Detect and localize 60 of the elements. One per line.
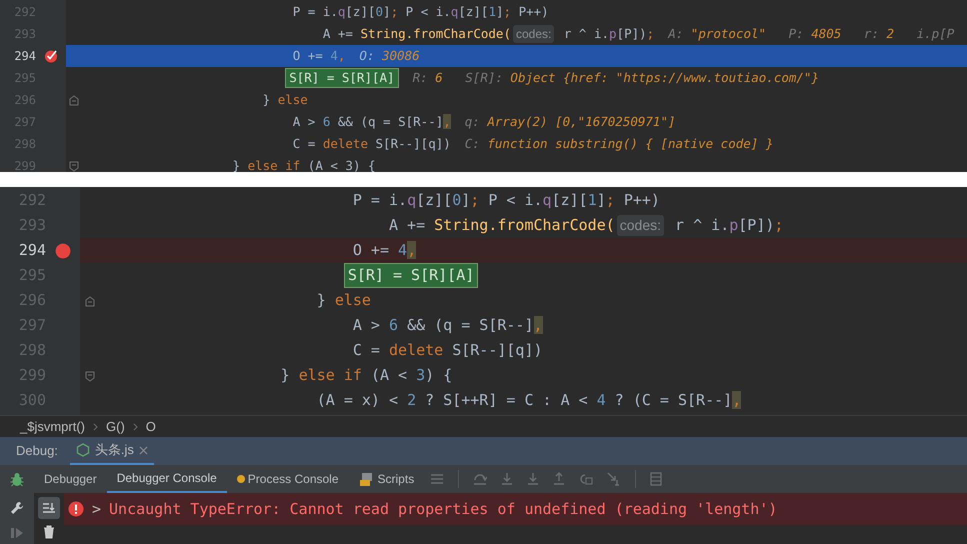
code-line: A += String.fromCharCode( codes: r ^ i.p[P]); — [388, 214, 784, 237]
fold-start-icon[interactable] — [85, 370, 95, 382]
toolbar-tab[interactable]: Scripts — [348, 465, 424, 493]
code-line: C = delete S[R--][q]) — [352, 340, 543, 362]
breadcrumb[interactable]: _$jsvmprt() — [20, 416, 86, 436]
inline-debug-values: C: function substring() { [native code] } — [464, 134, 774, 153]
scroll-to-end-button[interactable] — [38, 497, 60, 519]
bug-icon[interactable] — [10, 472, 24, 486]
hexagon-icon — [76, 443, 90, 457]
breakpoint-check-icon[interactable] — [44, 49, 58, 63]
breadcrumb[interactable]: O — [146, 416, 156, 436]
code-line: A > 6 && (q = S[R--], — [352, 315, 543, 336]
code-line: P = i.q[z][0]; P < i.q[z][1]; P++) — [352, 190, 660, 212]
scroll-to-end-icon — [42, 501, 56, 515]
breadcrumb[interactable]: G() — [106, 416, 125, 436]
code-line: (A = x) < 2 ? S[++R] = C : A < 4 ? (C = S[R--], — [316, 390, 742, 412]
resume-icon[interactable] — [10, 527, 24, 539]
step-over-icon[interactable] — [473, 472, 488, 486]
line-number: 294 — [14, 48, 36, 65]
code-line: O += 4, — [352, 240, 416, 262]
table-icon[interactable] — [650, 472, 662, 486]
inline-debug-values: R: 6 S[R]: Object {href: "https://www.toutiao.com/"} — [412, 68, 819, 87]
toolbar-tab[interactable]: Process Console — [226, 465, 349, 493]
wrench-icon[interactable] — [10, 501, 24, 515]
code-line: } else if (A < 3) { — [80, 364, 452, 387]
debug-label: Debug: — [16, 442, 58, 460]
code-line: A > 6 && (q = S[R--], — [292, 112, 451, 131]
error-icon — [68, 501, 84, 517]
code-line: S[R] = S[R][A] — [66, 68, 399, 88]
code-line: A += String.fromCharCode( codes: r ^ i.p[P]); — [322, 24, 654, 44]
code-line: C = delete S[R--][q]) — [292, 134, 451, 153]
code-line: P = i.q[z][0]; P < i.q[z][1]; P++) — [292, 2, 549, 21]
fold-end-icon[interactable] — [69, 94, 79, 106]
script-file-icon — [358, 472, 375, 486]
code-line: O += 4, — [292, 46, 346, 65]
expand-chevron[interactable]: > — [90, 498, 104, 520]
code-line: } else — [66, 90, 308, 110]
chevron-icon — [93, 422, 98, 430]
force-step-into-icon[interactable] — [527, 472, 540, 486]
line-number: 294 — [18, 240, 46, 262]
chevron-icon — [132, 422, 138, 430]
run-to-cursor-icon[interactable] — [607, 472, 622, 486]
error-message: Uncaught TypeError: Cannot read properties of undefined (reading 'length') — [109, 498, 778, 520]
toolbar-tab[interactable]: Debugger — [34, 465, 107, 493]
close-icon[interactable] — [138, 446, 148, 454]
inline-debug-values: O: 30086 — [358, 46, 420, 65]
code-line: S[R] = S[R][A] — [80, 263, 478, 288]
code-line: } else if (A < 3) { — [66, 156, 376, 172]
fold-end-icon[interactable] — [85, 296, 95, 307]
drop-frame-icon[interactable] — [579, 472, 594, 486]
trash-icon[interactable] — [43, 525, 55, 539]
step-into-icon[interactable] — [501, 472, 514, 486]
fold-start-icon[interactable] — [69, 160, 79, 172]
dot-icon — [236, 475, 245, 483]
inline-debug-values: A: "protocol" P: 4805 r: 2 i.p[P — [666, 24, 954, 43]
breakpoint-icon[interactable] — [55, 242, 71, 258]
list-icon[interactable] — [430, 473, 444, 485]
inline-debug-values: q: Array(2) [0,"1670250971"] — [464, 112, 676, 131]
code-line: } else — [80, 289, 371, 312]
step-out-icon[interactable] — [553, 472, 566, 486]
